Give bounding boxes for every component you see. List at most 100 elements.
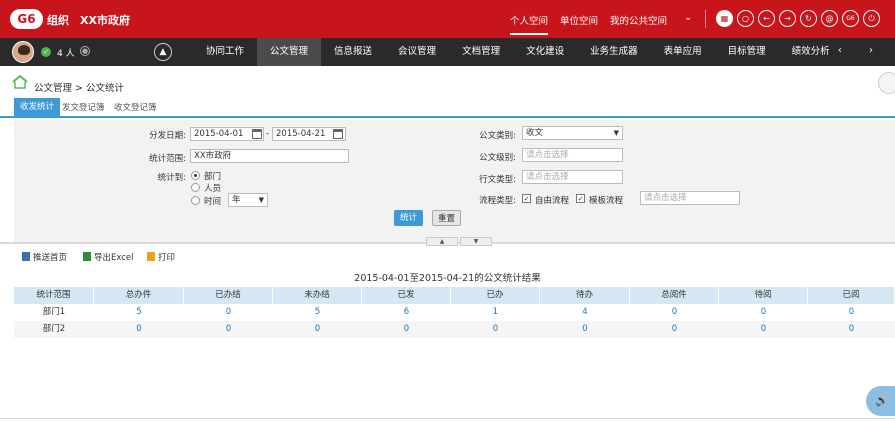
breadcrumb: 公文管理 > 公文统计 (34, 83, 124, 94)
col-header: 统计范围 (14, 287, 94, 304)
chevron-down-icon[interactable]: ⌄ (684, 12, 692, 23)
power-icon[interactable]: ⏻ (863, 10, 880, 27)
count-link[interactable]: 5 (273, 304, 362, 321)
col-header: 已办结 (184, 287, 273, 304)
speaker-icon[interactable]: 🔊 (866, 386, 895, 416)
radio-person-label: 人员 (204, 184, 222, 194)
count-link[interactable]: 0 (362, 321, 451, 338)
time-unit-value: 年 (232, 195, 241, 205)
count-link[interactable]: 0 (719, 304, 808, 321)
export-excel-button[interactable]: 导出Excel (83, 251, 134, 263)
tab-outgoing-register[interactable]: 发文登记簿 (62, 101, 105, 113)
person-icon[interactable]: ● (80, 46, 90, 56)
tab-incoming-register[interactable]: 收文登记簿 (114, 101, 157, 113)
online-status-icon: ✓ (41, 47, 51, 57)
table-row: 部门1 5 0 5 6 1 4 0 0 0 (14, 304, 895, 321)
push-icon (22, 252, 30, 261)
excel-icon (83, 252, 91, 261)
table-header-row: 统计范围 总办件 已办结 未办结 已发 已办 待办 总阅件 待阅 已阅 (14, 287, 895, 304)
g6-icon[interactable]: G6 (842, 10, 859, 27)
radio-person[interactable] (191, 183, 200, 192)
grid-icon[interactable]: ▦ (716, 10, 733, 27)
home-icon[interactable] (12, 75, 28, 89)
nav-item-doc-management[interactable]: 公文管理 (257, 38, 322, 66)
page-bottom-divider (0, 418, 895, 419)
count-link[interactable]: 0 (184, 321, 273, 338)
link-personal-space[interactable]: 个人空间 (510, 13, 549, 35)
stat-by-label: 统计到: (157, 173, 186, 183)
checkbox-free-flow[interactable]: ✓ (522, 194, 531, 203)
radio-department[interactable] (191, 171, 200, 180)
flow-select-input[interactable]: 请点击选择 (640, 191, 740, 205)
print-button[interactable]: 打印 (147, 251, 175, 263)
refresh-icon[interactable]: ↻ (800, 10, 817, 27)
g6-logo[interactable]: G6 (10, 9, 43, 29)
count-link[interactable]: 0 (540, 321, 630, 338)
org-name[interactable]: XX市政府 (80, 12, 130, 28)
breadcrumb-row: 公文管理 > 公文统计 (0, 66, 895, 98)
radio-time[interactable] (191, 196, 200, 205)
checkbox-template-flow[interactable]: ✓ (576, 194, 585, 203)
push-home-button[interactable]: 推送首页 (22, 251, 67, 263)
col-header: 已发 (362, 287, 451, 304)
dropdown-arrow-icon: ▼ (258, 196, 264, 204)
calendar-icon[interactable] (252, 129, 262, 139)
avatar[interactable] (12, 41, 34, 63)
back-icon[interactable]: ← (758, 10, 775, 27)
doc-level-label: 公文级别: (479, 153, 516, 163)
nav-up-icon[interactable]: ▲ (154, 43, 172, 61)
link-unit-space[interactable]: 单位空间 (560, 13, 598, 35)
count-link[interactable]: 6 (362, 304, 451, 321)
count-link[interactable]: 1 (451, 304, 540, 321)
flow-type-label: 流程类型: (479, 196, 516, 206)
nav-item-collab[interactable]: 协同工作 (193, 38, 257, 66)
at-icon[interactable]: @ (821, 10, 838, 27)
nav-item-biz-generator[interactable]: 业务生成器 (577, 38, 651, 66)
nav-item-goals[interactable]: 目标管理 (715, 38, 779, 66)
main-nav: ✓ 4 人 ● ▲ 协同工作 公文管理 信息报送 会议管理 文档管理 文化建设 … (0, 38, 895, 66)
count-link[interactable]: 0 (94, 321, 184, 338)
collapse-up-icon[interactable]: ▲ (426, 237, 458, 246)
nav-item-forms[interactable]: 表单应用 (651, 38, 715, 66)
nav-item-info-report[interactable]: 信息报送 (321, 38, 385, 66)
table-row: 部门2 0 0 0 0 0 0 0 0 0 (14, 321, 895, 338)
range-input[interactable]: XX市政府 (190, 149, 349, 163)
doc-level-input[interactable]: 请点击选择 (522, 148, 623, 162)
tab-send-receive-stats[interactable]: 收发统计 (14, 98, 61, 116)
count-link[interactable]: 0 (273, 321, 362, 338)
nav-item-culture[interactable]: 文化建设 (513, 38, 577, 66)
count-link[interactable]: 0 (808, 304, 895, 321)
stats-table: 统计范围 总办件 已办结 未办结 已发 已办 待办 总阅件 待阅 已阅 部门1 … (14, 287, 895, 338)
count-link[interactable]: 0 (808, 321, 895, 338)
time-unit-select[interactable]: 年 ▼ (228, 193, 268, 207)
col-header: 已办 (451, 287, 540, 304)
count-link[interactable]: 0 (451, 321, 540, 338)
help-icon[interactable] (878, 72, 895, 94)
stat-button[interactable]: 统计 (394, 210, 423, 226)
date-label: 分发日期: (149, 131, 186, 141)
nav-item-meeting[interactable]: 会议管理 (385, 38, 449, 66)
search-icon[interactable]: ○ (737, 10, 754, 27)
doc-type-select[interactable]: 收文 ▼ (522, 126, 623, 140)
expand-down-icon[interactable]: ▼ (460, 237, 492, 246)
office-type-input[interactable]: 请点击选择 (522, 170, 623, 184)
nav-scroll-arrows[interactable]: ‹ › (838, 45, 885, 56)
doc-type-label: 公文类别: (479, 131, 516, 141)
forward-icon[interactable]: → (779, 10, 796, 27)
space-links: 个人空间 单位空间 我的公共空间 (510, 13, 679, 35)
count-link[interactable]: 4 (540, 304, 630, 321)
reset-button[interactable]: 重置 (432, 210, 461, 226)
org-label: 组织 (47, 14, 69, 27)
link-public-space[interactable]: 我的公共空间 (610, 13, 667, 35)
count-link[interactable]: 0 (184, 304, 273, 321)
print-icon (147, 252, 155, 261)
nav-item-performance[interactable]: 绩效分析 (779, 38, 843, 66)
col-header: 总阅件 (630, 287, 719, 304)
count-link[interactable]: 0 (630, 321, 719, 338)
nav-item-archive[interactable]: 文档管理 (449, 38, 513, 66)
count-link[interactable]: 5 (94, 304, 184, 321)
count-link[interactable]: 0 (630, 304, 719, 321)
range-label: 统计范围: (149, 154, 186, 164)
count-link[interactable]: 0 (719, 321, 808, 338)
calendar-icon[interactable] (333, 129, 343, 139)
